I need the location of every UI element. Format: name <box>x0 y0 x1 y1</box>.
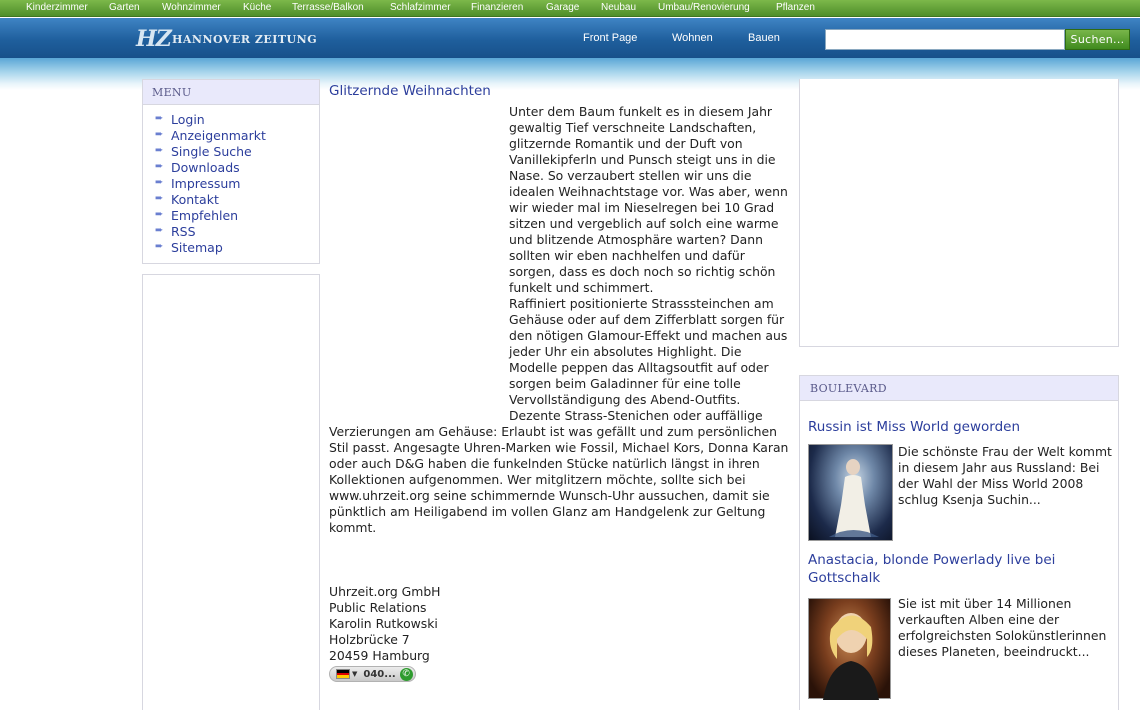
article-address: Uhrzeit.org GmbH Public Relations Karoli… <box>329 584 441 664</box>
portrait-silhouette-icon <box>823 613 879 700</box>
article-title[interactable]: Glitzernde Weihnachten <box>329 83 491 99</box>
boulevard-title: Boulevard <box>800 376 1118 401</box>
boulevard-item-text: Sie ist mit über 14 Millionen verkauften… <box>898 596 1107 659</box>
menu-item-empfehlen[interactable]: ➨ Empfehlen <box>155 207 319 223</box>
category-link-garten[interactable]: Garten <box>109 2 140 13</box>
dropdown-arrow-icon: ▼ <box>352 670 358 678</box>
menu-link[interactable]: Single Suche <box>171 144 252 159</box>
anastacia-thumbnail[interactable] <box>808 598 891 700</box>
menu-item-downloads[interactable]: ➨ Downloads <box>155 159 319 175</box>
phone-icon[interactable]: ✆ <box>399 667 413 681</box>
arrow-right-icon: ➨ <box>155 209 164 220</box>
menu-list: ➨ Login ➨ Anzeigenmarkt ➨ Single Suche ➨ Dow… <box>143 105 319 255</box>
arrow-right-icon: ➨ <box>155 241 164 252</box>
article-body: Unter dem Baum funkelt es in diesem Jahr… <box>329 104 791 536</box>
menu-link[interactable]: Anzeigenmarkt <box>171 128 266 143</box>
arrow-right-icon: ➨ <box>155 193 164 204</box>
menu-link[interactable]: Login <box>171 112 205 127</box>
boulevard-box: Boulevard Russin ist Miss World geworden… <box>799 375 1119 710</box>
arrow-right-icon: ➨ <box>155 145 164 156</box>
arrow-right-icon: ➨ <box>155 129 164 140</box>
arrow-right-icon: ➨ <box>155 177 164 188</box>
menu-item-kontakt[interactable]: ➨ Kontakt <box>155 191 319 207</box>
miss-world-thumbnail[interactable] <box>808 444 893 541</box>
menu-link[interactable]: Sitemap <box>171 240 223 255</box>
ad-box-right <box>799 79 1119 347</box>
search-button[interactable]: Suchen... <box>1065 29 1130 50</box>
boulevard-item-title[interactable]: Anastacia, blonde Powerlady live bei Got… <box>808 551 1112 587</box>
menu-item-sitemap[interactable]: ➨ Sitemap <box>155 239 319 255</box>
category-link-kueche[interactable]: Küche <box>243 2 271 13</box>
menu-item-login[interactable]: ➨ Login <box>155 111 319 127</box>
phone-badge[interactable]: ▼ 040... ✆ <box>329 666 416 682</box>
address-line: Holzbrücke 7 <box>329 632 410 647</box>
boulevard-item-title[interactable]: Russin ist Miss World geworden <box>808 418 1112 436</box>
article-image-placeholder <box>329 104 509 414</box>
site-header: HZ HANNOVER ZEITUNG Front Page Wohnen Ba… <box>0 18 1140 58</box>
menu-link[interactable]: RSS <box>171 224 196 239</box>
menu-link[interactable]: Downloads <box>171 160 240 175</box>
site-logo[interactable]: HZ HANNOVER ZEITUNG <box>136 26 317 52</box>
category-link-neubau[interactable]: Neubau <box>601 2 636 13</box>
category-link-wohnzimmer[interactable]: Wohnzimmer <box>162 2 221 13</box>
menu-link[interactable]: Kontakt <box>171 192 219 207</box>
address-line: Karolin Rutkowski <box>329 616 438 631</box>
german-flag-icon <box>336 669 350 679</box>
menu-title: Menu <box>143 80 319 105</box>
search-input[interactable] <box>825 29 1065 50</box>
category-link-umbau[interactable]: Umbau/Renovierung <box>658 2 750 13</box>
menu-link[interactable]: Empfehlen <box>171 208 238 223</box>
menu-item-anzeigenmarkt[interactable]: ➨ Anzeigenmarkt <box>155 127 319 143</box>
nav-wohnen[interactable]: Wohnen <box>672 32 713 44</box>
woman-silhouette-icon <box>829 459 879 537</box>
category-link-garage[interactable]: Garage <box>546 2 579 13</box>
nav-bauen[interactable]: Bauen <box>748 32 780 44</box>
category-link-pflanzen[interactable]: Pflanzen <box>776 2 815 13</box>
category-link-terrasse[interactable]: Terrasse/Balkon <box>292 2 364 13</box>
logo-mark: HZ <box>136 26 172 52</box>
address-line: Uhrzeit.org GmbH <box>329 584 441 599</box>
category-link-finanzieren[interactable]: Finanzieren <box>471 2 523 13</box>
category-bar: Kinderzimmer Garten Wohnzimmer Küche Ter… <box>0 0 1140 17</box>
arrow-right-icon: ➨ <box>155 113 164 124</box>
category-link-kinderzimmer[interactable]: Kinderzimmer <box>26 2 88 13</box>
boulevard-item-text: Die schönste Frau der Welt kommt in dies… <box>898 444 1112 507</box>
address-line: Public Relations <box>329 600 427 615</box>
menu-box: Menu ➨ Login ➨ Anzeigenmarkt ➨ Single Suche… <box>142 79 320 264</box>
nav-front-page[interactable]: Front Page <box>583 32 637 44</box>
ad-box-left <box>142 274 320 710</box>
arrow-right-icon: ➨ <box>155 225 164 236</box>
menu-item-single-suche[interactable]: ➨ Single Suche <box>155 143 319 159</box>
menu-item-impressum[interactable]: ➨ Impressum <box>155 175 319 191</box>
arrow-right-icon: ➨ <box>155 161 164 172</box>
category-link-schlafzimmer[interactable]: Schlafzimmer <box>390 2 451 13</box>
address-line: 20459 Hamburg <box>329 648 430 663</box>
logo-text: HANNOVER ZEITUNG <box>172 32 318 46</box>
menu-link[interactable]: Impressum <box>171 176 240 191</box>
menu-item-rss[interactable]: ➨ RSS <box>155 223 319 239</box>
phone-number: 040... <box>363 668 396 680</box>
